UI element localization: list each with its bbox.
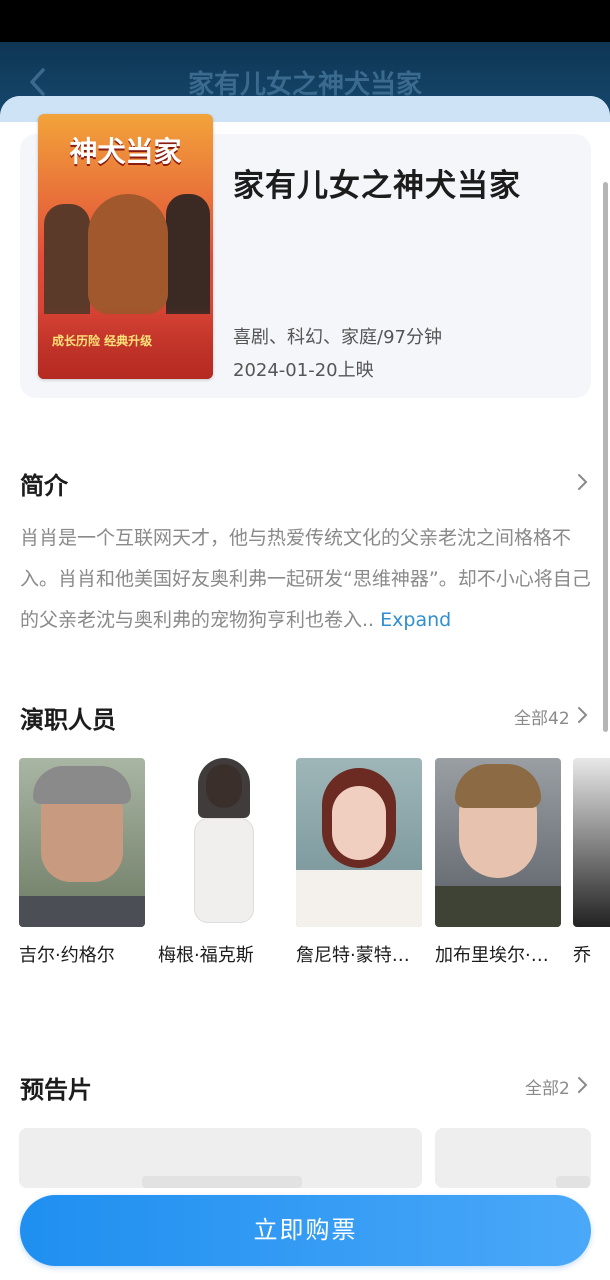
poster-figure	[166, 194, 210, 314]
cast-photo	[435, 758, 561, 927]
cast-photo	[296, 758, 422, 927]
chevron-right-icon[interactable]	[575, 705, 589, 725]
trailer-thumbnail-bar	[142, 1176, 302, 1188]
cast-list[interactable]: 吉尔·约格尔 梅根·福克斯 詹尼特·蒙特… 加布里埃尔·… 乔	[19, 758, 610, 978]
chevron-right-icon[interactable]	[575, 1075, 589, 1095]
synopsis-title: 简介	[20, 472, 68, 500]
cast-name: 詹尼特·蒙特…	[296, 945, 410, 966]
trailers-more-link[interactable]: 全部2	[525, 1074, 570, 1099]
expand-link[interactable]: Expand	[380, 609, 451, 631]
cast-member[interactable]: 詹尼特·蒙特…	[296, 758, 422, 967]
cast-member[interactable]: 梅根·福克斯	[158, 758, 284, 967]
cast-name: 乔	[573, 945, 591, 966]
cast-name: 梅根·福克斯	[158, 945, 254, 966]
cast-member[interactable]: 吉尔·约格尔	[19, 758, 145, 967]
chevron-right-icon[interactable]	[575, 472, 589, 492]
scrollbar[interactable]	[603, 182, 608, 732]
cast-photo	[573, 758, 610, 927]
cast-member[interactable]: 加布里埃尔·…	[435, 758, 561, 967]
movie-release-date: 2024-01-20上映	[233, 360, 374, 381]
trailers-title: 预告片	[20, 1076, 92, 1104]
cast-photo	[19, 758, 145, 927]
cast-photo	[158, 758, 284, 927]
poster-tagline: 成长历险 经典升级	[52, 334, 153, 348]
poster-dog	[88, 194, 168, 314]
cast-member[interactable]: 乔	[573, 758, 610, 967]
trailer-thumbnail-bar	[556, 1176, 590, 1188]
movie-title: 家有儿女之神犬当家	[233, 168, 521, 204]
movie-genre: 喜剧、科幻、家庭/97分钟	[233, 327, 442, 348]
poster-figure	[44, 204, 90, 314]
buy-ticket-button[interactable]: 立即购票	[20, 1195, 591, 1266]
cast-name: 吉尔·约格尔	[19, 945, 115, 966]
cast-title: 演职人员	[20, 706, 116, 734]
synopsis-text: 肖肖是一个互联网天才，他与热爱传统文化的父亲老沈之间格格不入。肖肖和他美国好友奥…	[20, 518, 592, 641]
movie-poster[interactable]: 神犬当家 成长历险 经典升级	[38, 114, 213, 379]
status-bar	[0, 0, 610, 42]
synopsis-body: 肖肖是一个互联网天才，他与热爱传统文化的父亲老沈之间格格不入。肖肖和他美国好友奥…	[20, 527, 591, 631]
poster-title: 神犬当家	[69, 135, 182, 168]
cast-name: 加布里埃尔·…	[435, 945, 549, 966]
cast-more-link[interactable]: 全部42	[514, 704, 570, 729]
